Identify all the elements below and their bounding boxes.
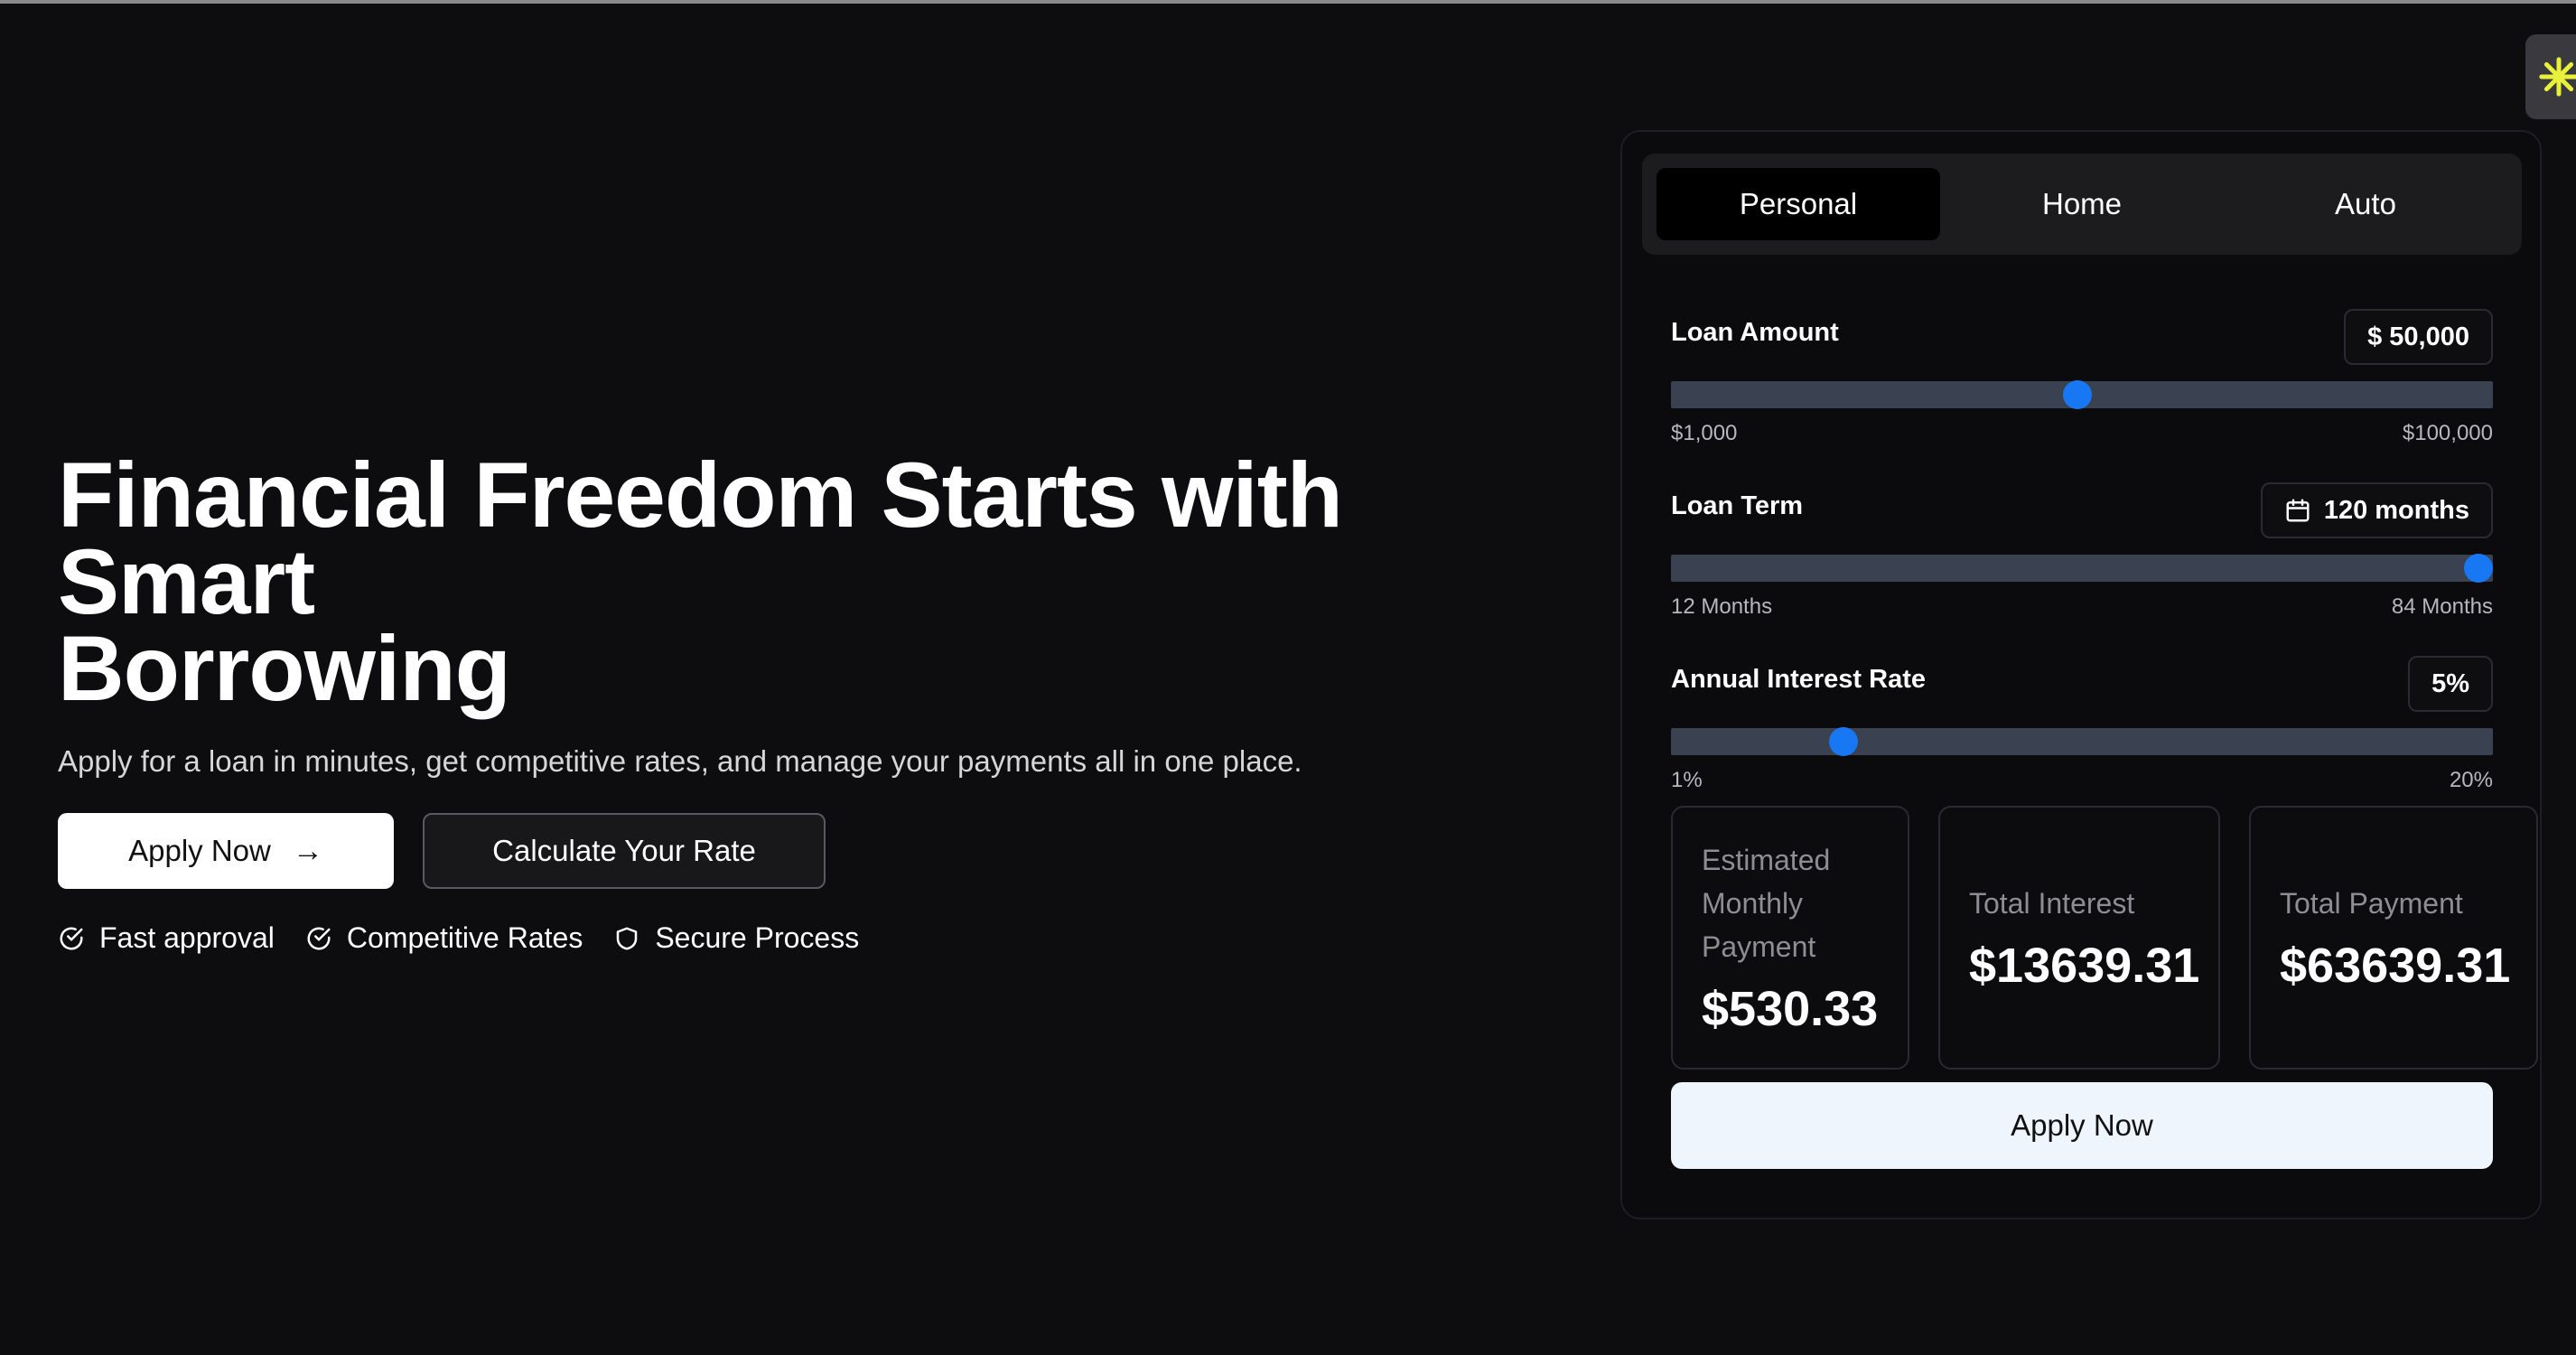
feature-label: Fast approval xyxy=(99,921,275,954)
calculator-apply-now-button[interactable]: Apply Now xyxy=(1671,1082,2493,1169)
loan-amount-value[interactable]: $ 50,000 xyxy=(2344,309,2493,365)
tab-auto[interactable]: Auto xyxy=(2224,168,2507,240)
feature-competitive-rates: Competitive Rates xyxy=(305,921,583,955)
hero-title: Financial Freedom Starts with Smart Borr… xyxy=(58,449,1575,715)
total-interest-value: $13639.31 xyxy=(1969,939,2200,993)
loan-term-value[interactable]: 120 months xyxy=(2260,482,2493,538)
loan-type-tabs: Personal Home Auto xyxy=(1642,154,2522,255)
loan-term-label: Loan Term xyxy=(1671,491,1804,520)
total-interest-card: Total Interest $13639.31 xyxy=(1938,806,2220,1070)
interest-rate-slider-track[interactable] xyxy=(1671,728,2493,755)
monthly-payment-value: $530.33 xyxy=(1702,982,1879,1036)
loan-amount-max: $100,000 xyxy=(2402,421,2493,445)
sparkle-icon xyxy=(2539,57,2576,97)
arrow-right-icon: → xyxy=(292,833,323,868)
monthly-payment-card: Estimated Monthly Payment $530.33 xyxy=(1671,806,1909,1070)
total-interest-label: Total Interest xyxy=(1969,887,2135,920)
feature-secure-process: Secure Process xyxy=(613,921,859,955)
calculate-rate-button[interactable]: Calculate Your Rate xyxy=(423,813,826,889)
loan-amount-label: Loan Amount xyxy=(1671,318,1839,347)
total-payment-label: Total Payment xyxy=(2280,887,2463,920)
total-payment-value: $63639.31 xyxy=(2280,939,2511,993)
top-border xyxy=(0,0,2576,4)
hero-section: Financial Freedom Starts with Smart Borr… xyxy=(58,449,1575,955)
loan-calculator-card: Personal Home Auto Loan Amount $ 50,000 … xyxy=(1620,130,2542,1220)
check-circle-icon xyxy=(307,927,331,949)
hero-title-line-2: Borrowing xyxy=(58,617,511,720)
loan-amount-value-text: $ 50,000 xyxy=(2367,322,2469,351)
loan-term-slider-thumb[interactable] xyxy=(2464,554,2493,583)
apply-now-label: Apply Now xyxy=(128,834,271,867)
cta-row: Apply Now → Calculate Your Rate xyxy=(58,813,1575,889)
loan-term-max: 84 Months xyxy=(2391,594,2493,619)
calendar-icon xyxy=(2286,499,2310,522)
shield-icon xyxy=(617,927,638,949)
feature-label: Secure Process xyxy=(655,921,860,954)
hero-title-line-1: Financial Freedom Starts with Smart xyxy=(58,444,1343,633)
feature-label: Competitive Rates xyxy=(346,921,583,954)
check-circle-icon xyxy=(60,927,83,949)
monthly-payment-label-line-3: Payment xyxy=(1702,930,1816,963)
feature-list: Fast approval Competitive Rates Secure P… xyxy=(58,921,1575,955)
apply-now-button[interactable]: Apply Now → xyxy=(58,813,394,889)
interest-rate-max: 20% xyxy=(2449,768,2493,792)
monthly-payment-label-line-1: Estimated xyxy=(1702,844,1831,876)
monthly-payment-label-line-2: Monthly xyxy=(1702,887,1804,920)
interest-rate-min: 1% xyxy=(1671,768,1703,792)
interest-rate-slider-thumb[interactable] xyxy=(1829,727,1859,756)
tab-personal[interactable]: Personal xyxy=(1657,168,1940,240)
monthly-payment-label: Estimated Monthly Payment xyxy=(1702,838,1879,968)
calculate-rate-label: Calculate Your Rate xyxy=(492,834,756,867)
feature-fast-approval: Fast approval xyxy=(58,921,275,955)
results-row: Estimated Monthly Payment $530.33 Total … xyxy=(1671,806,2538,1070)
loan-term-slider-track[interactable] xyxy=(1671,555,2493,582)
interest-rate-value[interactable]: 5% xyxy=(2408,656,2493,712)
loan-term-value-text: 120 months xyxy=(2323,495,2469,525)
assistant-widget-button[interactable] xyxy=(2525,34,2576,119)
loan-amount-min: $1,000 xyxy=(1671,421,1738,445)
loan-term-min: 12 Months xyxy=(1671,594,1773,619)
interest-rate-label: Annual Interest Rate xyxy=(1671,665,1926,694)
hero-subtitle: Apply for a loan in minutes, get competi… xyxy=(58,744,1302,778)
calculator-apply-now-label: Apply Now xyxy=(2011,1108,2153,1142)
interest-rate-value-text: 5% xyxy=(2431,668,2469,698)
total-payment-card: Total Payment $63639.31 xyxy=(2249,806,2538,1070)
tab-home[interactable]: Home xyxy=(1940,168,2224,240)
